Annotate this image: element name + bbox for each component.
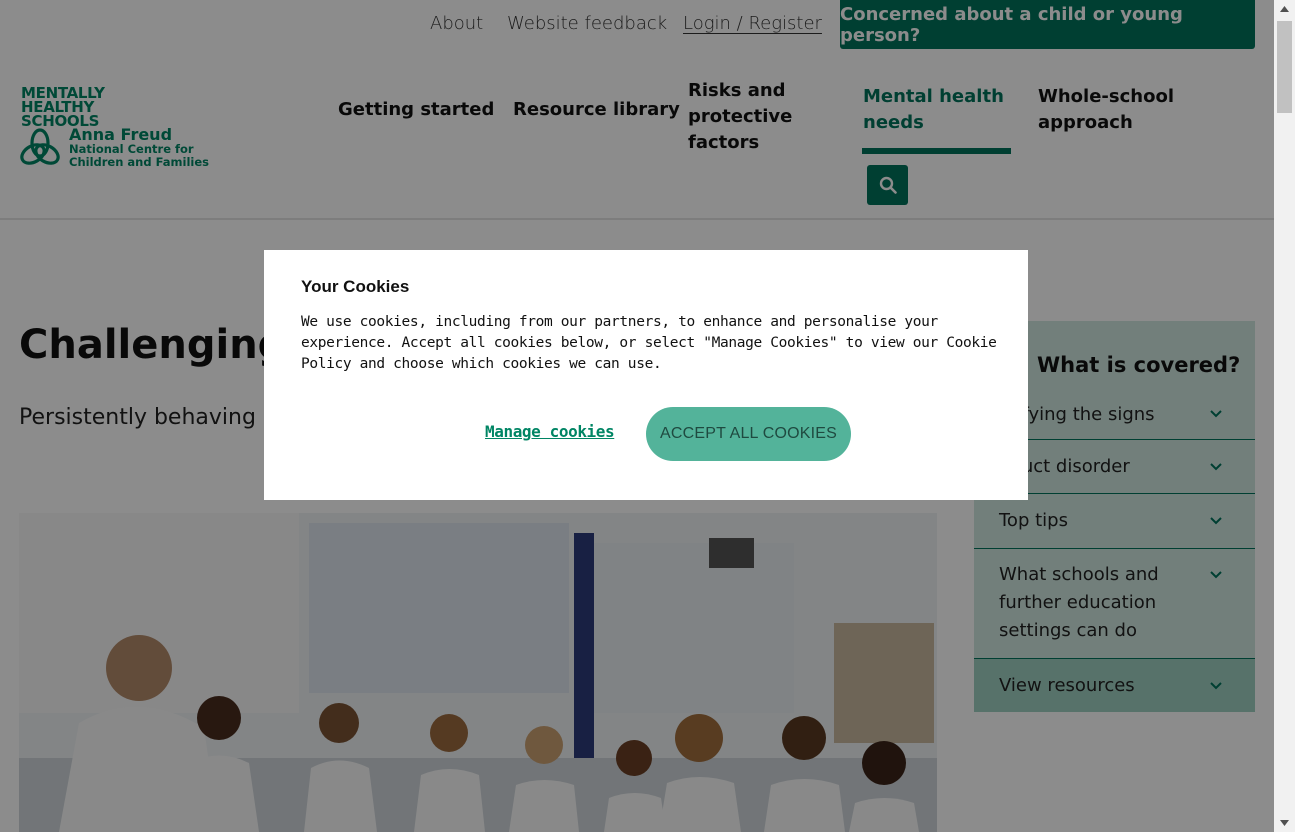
accept-all-cookies-button[interactable]: ACCEPT ALL COOKIES	[646, 407, 851, 461]
scroll-down-button[interactable]	[1274, 814, 1295, 832]
scroll-down-arrow-icon	[1280, 820, 1289, 826]
cookie-dialog-title: Your Cookies	[301, 277, 410, 296]
vertical-scrollbar[interactable]	[1274, 0, 1295, 832]
scroll-up-button[interactable]	[1274, 0, 1295, 18]
cookie-consent-dialog: Your Cookies We use cookies, including f…	[264, 250, 1028, 500]
cookie-dialog-body: We use cookies, including from our partn…	[301, 314, 997, 372]
manage-cookies-link[interactable]: Manage cookies	[485, 422, 615, 441]
scroll-up-arrow-icon	[1280, 6, 1289, 12]
scrollbar-thumb[interactable]	[1277, 21, 1292, 113]
